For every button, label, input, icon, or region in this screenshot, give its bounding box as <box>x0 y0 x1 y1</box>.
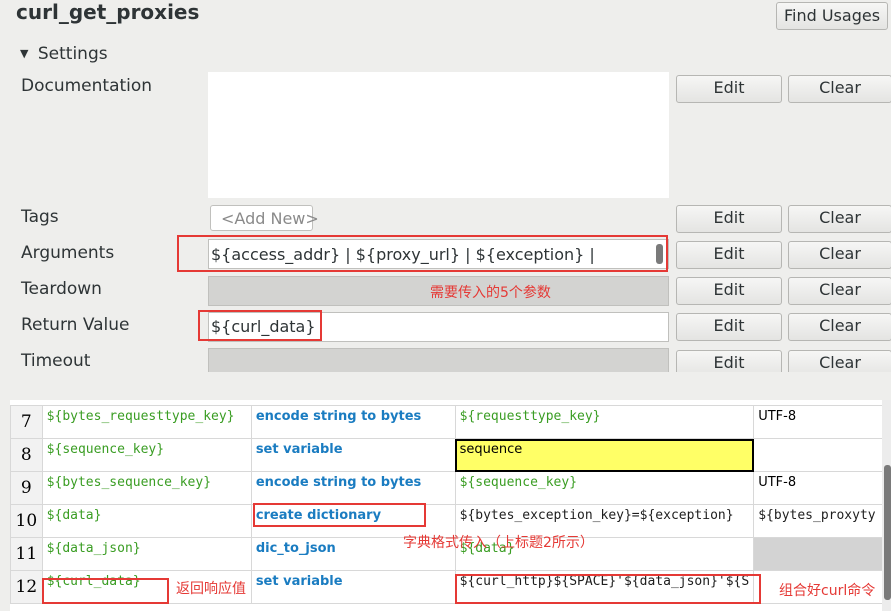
keyword-title: curl_get_proxies <box>16 0 200 24</box>
tags-clear-button[interactable]: Clear <box>788 205 891 233</box>
documentation-label: Documentation <box>21 76 153 96</box>
grid-cell[interactable]: ${data} <box>41 504 252 538</box>
row-number[interactable]: 8 <box>10 438 43 472</box>
documentation-clear-button[interactable]: Clear <box>788 75 891 103</box>
row-number[interactable]: 7 <box>10 405 43 439</box>
expanded-triangle-icon: ▼ <box>20 47 29 60</box>
timeout-label: Timeout <box>21 351 91 371</box>
teardown-label: Teardown <box>21 279 102 299</box>
curl-command-highlight-box <box>455 574 761 604</box>
return-value-highlight-box <box>198 310 322 341</box>
grid-cell[interactable]: UTF-8 <box>753 471 891 505</box>
row-number[interactable]: 11 <box>10 537 43 571</box>
tags-placeholder: <Add New> <box>221 209 319 228</box>
grid-cell[interactable]: ${sequence_key} <box>41 438 252 472</box>
grid-scroll-thumb[interactable] <box>884 465 891 600</box>
arguments-edit-button[interactable]: Edit <box>676 241 782 269</box>
grid-cell[interactable]: encode string to bytes <box>250 471 456 505</box>
return-value-label: Return Value <box>21 315 130 335</box>
documentation-edit-button[interactable]: Edit <box>676 75 782 103</box>
arguments-label: Arguments <box>21 243 115 263</box>
grid-cell[interactable] <box>753 438 891 472</box>
grid-cell[interactable]: set variable <box>250 438 456 472</box>
settings-toggle[interactable]: ▼ Settings <box>20 44 108 64</box>
teardown-clear-button[interactable]: Clear <box>788 277 891 305</box>
grid-cell[interactable]: encode string to bytes <box>250 405 456 439</box>
create-dictionary-highlight-box <box>253 503 426 527</box>
selected-grid-cell[interactable]: sequence <box>454 438 755 472</box>
return-value-clear-button[interactable]: Clear <box>788 313 891 341</box>
row-number[interactable]: 9 <box>10 471 43 505</box>
arguments-annotation: 需要传入的5个参数 <box>430 285 551 301</box>
teardown-edit-button[interactable]: Edit <box>676 277 782 305</box>
arguments-clear-button[interactable]: Clear <box>788 241 891 269</box>
documentation-field[interactable] <box>208 72 669 198</box>
grid-header-gap <box>10 372 891 400</box>
grid-cell[interactable]: set variable <box>250 570 456 604</box>
arguments-highlight-box <box>177 235 668 272</box>
table-row: 7 ${bytes_requesttype_key} encode string… <box>10 405 891 439</box>
grid-cell[interactable] <box>753 537 891 571</box>
tags-label: Tags <box>21 207 59 227</box>
return-value-edit-button[interactable]: Edit <box>676 313 782 341</box>
curl-data-highlight-box <box>42 578 169 604</box>
grid-cell[interactable]: ${requesttype_key} <box>454 405 755 439</box>
dictionary-annotation: 字典格式传入（上标题2所示） <box>403 535 594 551</box>
settings-label: Settings <box>37 44 108 64</box>
tags-add-new-input[interactable]: <Add New> <box>210 205 319 231</box>
row-number[interactable]: 12 <box>10 570 43 604</box>
curl-annotation: 组合好curl命令 <box>779 583 876 599</box>
grid-cell[interactable]: ${data_json} <box>41 537 252 571</box>
grid-cell[interactable]: ${bytes_requesttype_key} <box>41 405 252 439</box>
row-number[interactable]: 10 <box>10 504 43 538</box>
grid-cell[interactable]: ${bytes_proxyty <box>753 504 891 538</box>
table-row: 8 ${sequence_key} set variable sequence <box>10 438 891 472</box>
grid-cell[interactable]: UTF-8 <box>753 405 891 439</box>
grid-cell[interactable]: ${sequence_key} <box>454 471 755 505</box>
find-usages-button[interactable]: Find Usages <box>776 2 888 30</box>
tags-edit-button[interactable]: Edit <box>676 205 782 233</box>
return-annotation: 返回响应值 <box>176 581 246 597</box>
grid-cell[interactable]: ${bytes_sequence_key} <box>41 471 252 505</box>
table-row: 9 ${bytes_sequence_key} encode string to… <box>10 471 891 505</box>
